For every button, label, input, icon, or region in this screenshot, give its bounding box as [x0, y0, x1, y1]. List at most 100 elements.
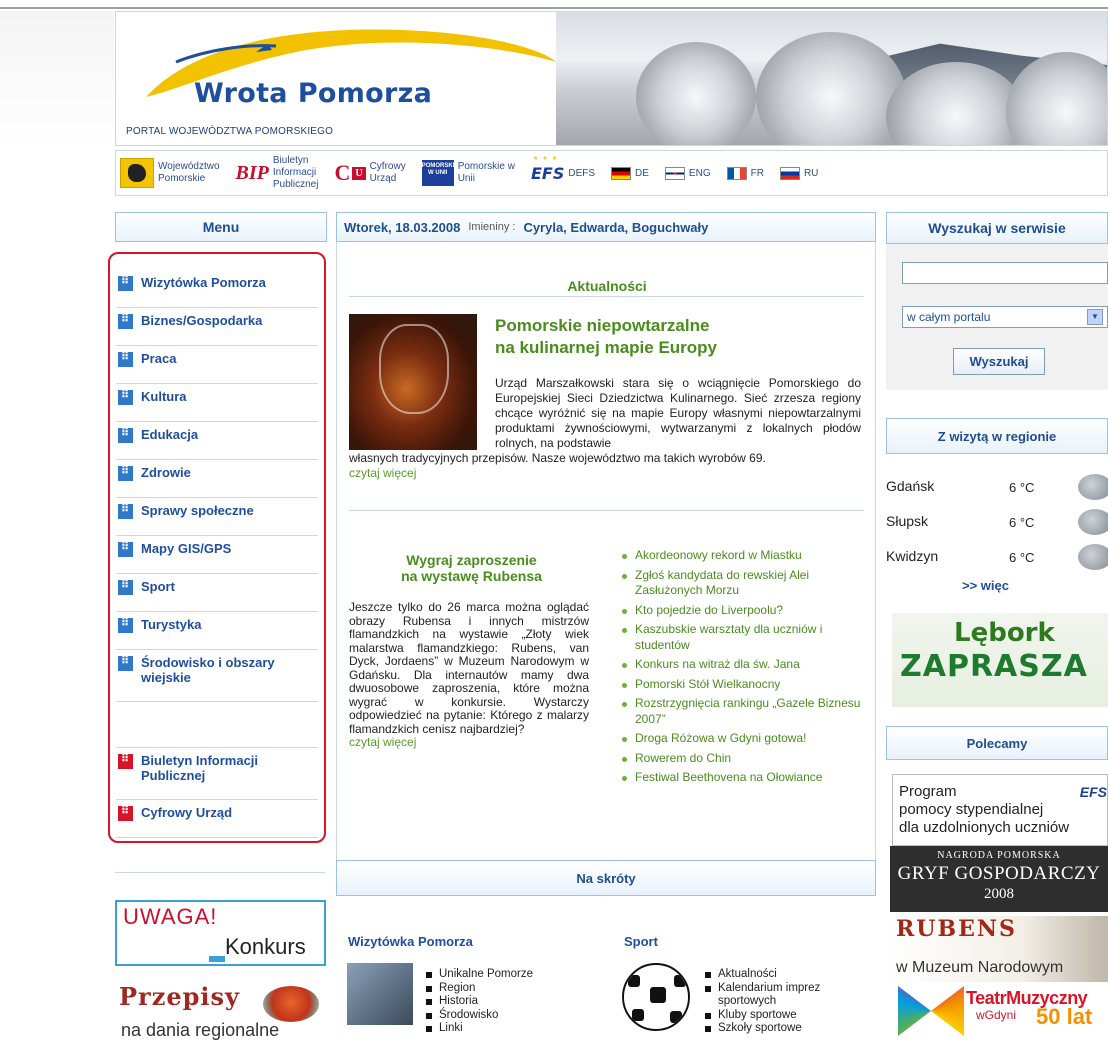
link-defs[interactable]: EFS DEFS — [531, 155, 596, 183]
rubens-title-link[interactable]: Wygraj zaproszenie na wystawę Rubensa — [349, 552, 594, 584]
link-label: DEFS — [568, 167, 596, 179]
article-text: Urząd Marszałkowski stara się o wciągnię… — [495, 376, 861, 450]
skroty-col-title[interactable]: Sport — [624, 934, 658, 949]
news-link[interactable]: Festiwal Beethovena na Ołowiance — [619, 770, 869, 786]
search-input[interactable] — [902, 262, 1108, 284]
menu-header: Menu — [115, 212, 327, 242]
main-menu: Wizytówka Pomorza Biznes/Gospodarka Praca K… — [108, 252, 326, 843]
news-link[interactable]: Pomorski Stół Wielkanocny — [619, 677, 869, 693]
lang-ru[interactable]: RU — [779, 166, 818, 180]
menu-item[interactable]: Biznes/Gospodarka — [116, 308, 318, 346]
lang-fr[interactable]: FR — [726, 166, 764, 180]
skroty-link[interactable]: Aktualności — [704, 968, 854, 982]
link-pomorskie-w-unii[interactable]: POMORSKIE W UNII Pomorskie w Unii — [421, 160, 515, 186]
menu-item-label: Cyfrowy Urząd — [141, 805, 233, 820]
konkurs-banner[interactable]: UWAGA! Konkurs — [115, 900, 326, 966]
skroty-link[interactable]: Region — [425, 982, 605, 996]
search-scope-select[interactable]: w całym portalu ▼ — [902, 306, 1108, 328]
quick-links-bar: Województwo Pomorskie BIP Biuletyn Informa… — [115, 150, 1108, 196]
menu-item[interactable]: Zdrowie — [116, 460, 318, 498]
link-bip[interactable]: BIP Biuletyn Informacji Publicznej — [236, 155, 319, 191]
lang-label: ENG — [688, 167, 711, 179]
neptune-statue-icon — [347, 963, 413, 1025]
article-title-link[interactable]: Pomorskie niepowtarzalne na kulinarnej m… — [495, 315, 855, 359]
menu-item[interactable]: Wizytówka Pomorza — [116, 270, 318, 308]
lang-de[interactable]: DE — [611, 166, 649, 180]
efs-logo-icon: EFS — [531, 155, 564, 183]
article-title-line: na kulinarnej mapie Europy — [495, 338, 718, 357]
link-label: Informacji — [272, 167, 317, 178]
news-link[interactable]: Konkurs na witraż dla św. Jana — [619, 657, 869, 673]
menu-item[interactable]: Edukacja — [116, 422, 318, 460]
lebork-banner[interactable]: Lębork ZAPRASZA — [892, 613, 1108, 707]
program-stypendialny-banner[interactable]: EFS Program pomocy stypendialnej dla uzd… — [892, 774, 1108, 846]
news-link[interactable]: Kaszubskie warsztaty dla uczniów i stude… — [619, 622, 869, 653]
article-title-line: Pomorskie niepowtarzalne — [495, 316, 710, 335]
chevron-down-icon[interactable]: ▼ — [1087, 309, 1103, 325]
temperature: 6 °C — [1009, 480, 1035, 495]
skroty-list: Aktualności Kalendarium imprez sportowych… — [704, 968, 854, 1036]
read-more-link[interactable]: czytaj więcej — [349, 735, 589, 750]
starburst-icon — [898, 986, 964, 1036]
current-date: Wtorek, 18.03.2008 — [344, 219, 461, 235]
menu-bullet-icon — [118, 426, 133, 443]
menu-item-label: Biznes/Gospodarka — [141, 313, 263, 328]
cu-logo-icon: CU — [334, 160, 366, 186]
skroty-link[interactable]: Unikalne Pomorze — [425, 968, 605, 982]
news-link[interactable]: Zgłoś kandydata do rewskiej Alei Zasłużo… — [619, 568, 869, 599]
menu-item[interactable]: Kultura — [116, 384, 318, 422]
skroty-link[interactable]: Linki — [425, 1022, 605, 1036]
menu-item[interactable]: Praca — [116, 346, 318, 384]
rubens-banner[interactable]: RUBENS w Muzeum Narodowym — [890, 916, 1108, 982]
menu-bullet-icon — [118, 350, 133, 367]
menu-bullet-icon — [118, 752, 133, 769]
skroty-link[interactable]: Kalendarium imprez sportowych — [704, 982, 854, 1009]
site-header: Wrota Pomorza PORTAL WOJEWÓDZTWA POMORSKI… — [115, 11, 1108, 146]
weather-more-link[interactable]: >> więc — [962, 578, 1009, 593]
skroty-link[interactable]: Kluby sportowe — [704, 1009, 854, 1023]
news-link[interactable]: Droga Różowa w Gdyni gotowa! — [619, 731, 869, 747]
article-title-line: na wystawę Rubensa — [401, 568, 542, 584]
lang-eng[interactable]: ENG — [664, 166, 711, 180]
menu-item-label: Biuletyn Informacji Publicznej — [141, 753, 259, 783]
menu-bullet-icon — [118, 654, 133, 671]
page: Wrota Pomorza PORTAL WOJEWÓDZTWA POMORSKI… — [0, 0, 1108, 1061]
news-link[interactable]: Rowerem do Chin — [619, 751, 869, 767]
skroty-link[interactable]: Środowisko — [425, 1009, 605, 1023]
menu-item[interactable]: Sport — [116, 574, 318, 612]
menu-item[interactable]: Mapy GIS/GPS — [116, 536, 318, 574]
search-button[interactable]: Wyszukaj — [953, 348, 1045, 375]
weather-row: Kwidzyn 6 °C — [886, 544, 1108, 579]
skroty-link[interactable]: Historia — [425, 995, 605, 1009]
lang-label: DE — [635, 167, 649, 179]
menu-item[interactable]: Cyfrowy Urząd — [116, 800, 318, 838]
read-more-link[interactable]: czytaj więcej — [349, 466, 861, 481]
menu-item[interactable]: Sprawy społeczne — [116, 498, 318, 536]
link-cyfrowy-urzad[interactable]: CU Cyfrowy Urząd — [334, 160, 405, 186]
news-link[interactable]: Akordeonowy rekord w Miastku — [619, 548, 869, 564]
menu-item[interactable]: Turystyka — [116, 612, 318, 650]
flag-de-icon — [611, 166, 632, 180]
banner-text: UWAGA! — [123, 904, 218, 929]
przepisy-banner[interactable]: Przepisy na dania regionalne — [115, 980, 326, 1050]
teatr-muzyczny-banner[interactable]: TeatrMuzyczny wGdyni 50 lat — [896, 986, 1108, 1044]
snowy-tree — [636, 42, 756, 145]
logo-text: Wrota Pomorza — [194, 78, 432, 109]
news-list: Akordeonowy rekord w Miastku Zgłoś kandyd… — [619, 548, 869, 790]
menu-item-label: Wizytówka Pomorza — [141, 275, 266, 290]
link-wojewodztwo[interactable]: Województwo Pomorskie — [120, 158, 220, 188]
menu-item[interactable]: Biuletyn Informacji Publicznej — [116, 748, 318, 800]
gryf-gospodarczy-banner[interactable]: NAGRODA POMORSKA GRYF GOSPODARCZY 2008 — [890, 846, 1108, 912]
news-link[interactable]: Rozstrzygnięcia rankingu „Gazele Biznesu… — [619, 696, 869, 727]
menu-item-label: Kultura — [141, 389, 187, 404]
imieniny-label: Imieniny : — [468, 221, 516, 233]
link-label: Unii — [457, 173, 475, 184]
imieniny-names: Cyryla, Edwarda, Boguchwały — [523, 219, 709, 235]
news-link[interactable]: Kto pojedzie do Liverpoolu? — [619, 603, 869, 619]
skroty-link[interactable]: Szkoły sportowe — [704, 1022, 854, 1036]
menu-item[interactable]: Środowisko i obszary wiejskie — [116, 650, 318, 702]
header-winter-photo — [556, 12, 1107, 145]
logo-area[interactable]: Wrota Pomorza PORTAL WOJEWÓDZTWA POMORSKI… — [116, 12, 556, 145]
banner-text: na dania regionalne — [121, 1020, 280, 1040]
skroty-col-title[interactable]: Wizytówka Pomorza — [348, 934, 473, 949]
